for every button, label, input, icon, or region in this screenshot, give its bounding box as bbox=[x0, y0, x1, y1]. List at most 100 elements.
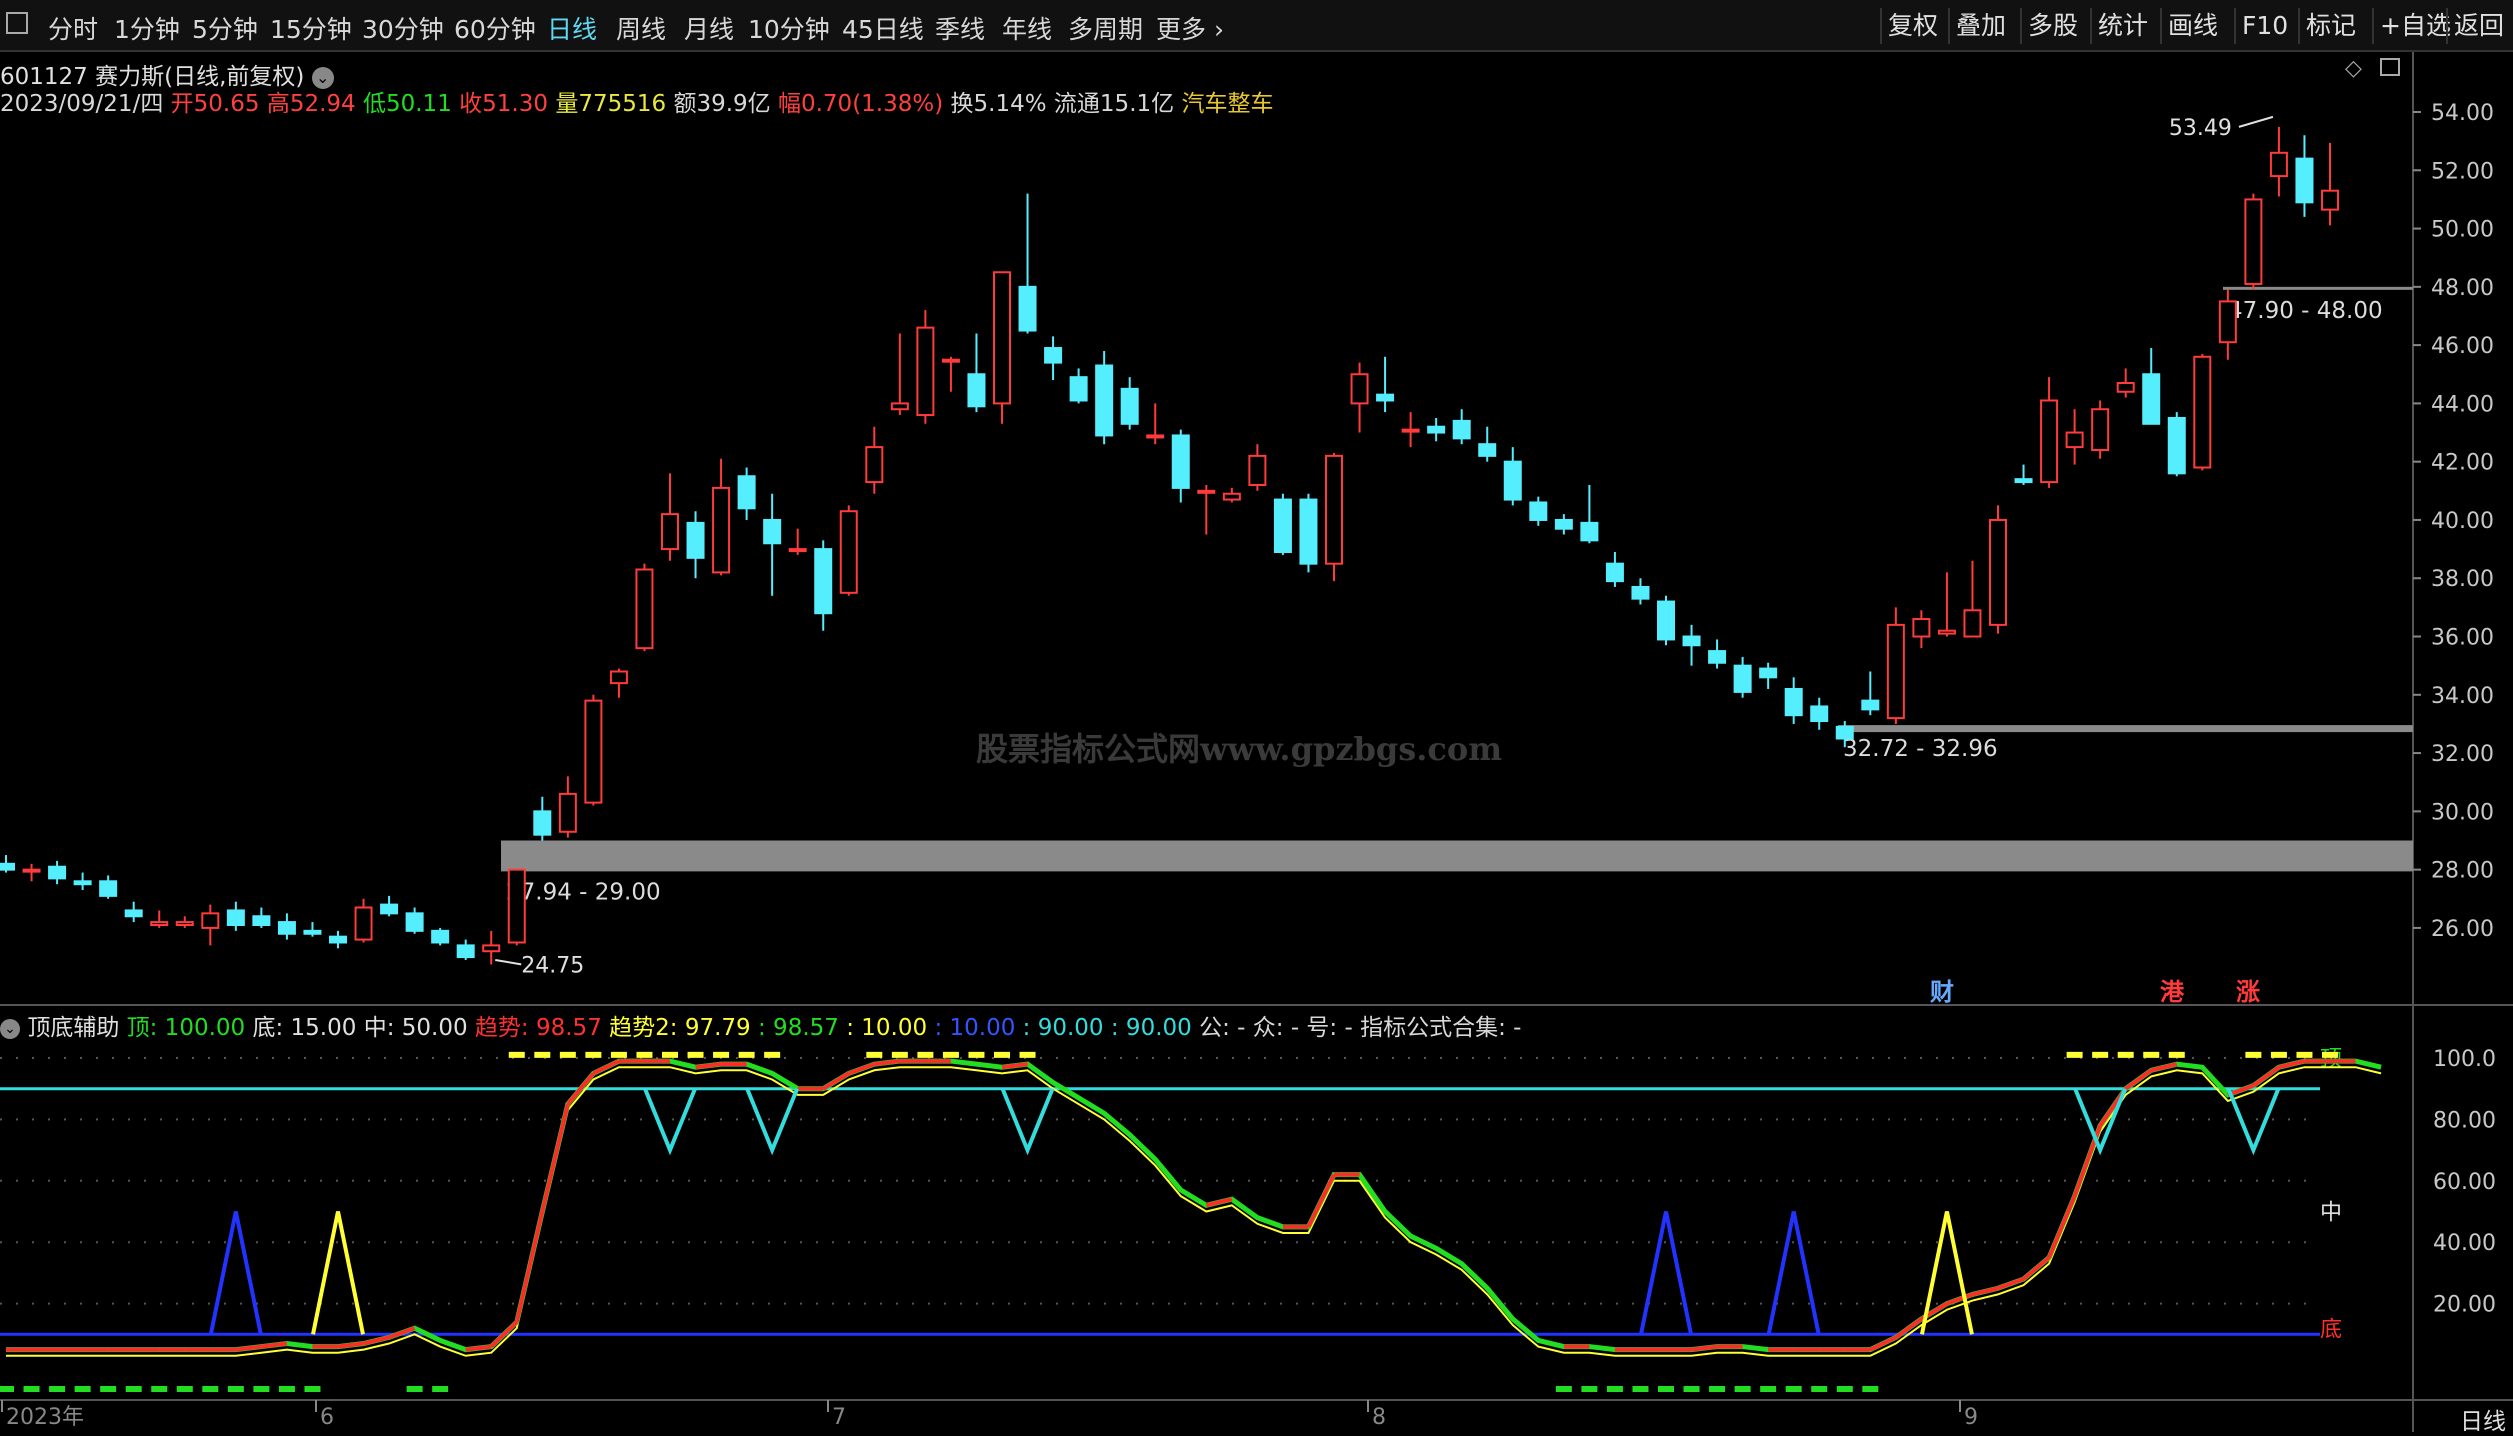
bottom-signal-dash bbox=[202, 1386, 219, 1392]
candle-body bbox=[2116, 382, 2135, 393]
trend-red-segment bbox=[1869, 1335, 1897, 1352]
period-label[interactable]: 日线 bbox=[2460, 1402, 2506, 1436]
bottom-signal-dash bbox=[432, 1386, 449, 1392]
tab-7[interactable]: 周线 bbox=[616, 10, 666, 46]
trend-red-segment bbox=[592, 1059, 620, 1076]
toolbar-button-2[interactable]: 多股 bbox=[2020, 8, 2084, 44]
top-signal-dash bbox=[764, 1051, 781, 1058]
signal-spike bbox=[1639, 1211, 1693, 1335]
chevron-down-icon[interactable]: ⌄ bbox=[0, 1018, 20, 1039]
candle bbox=[2014, 464, 2033, 485]
trend2-line bbox=[6, 1066, 2382, 1357]
candle bbox=[2040, 377, 2059, 488]
candle-body bbox=[1325, 454, 1343, 565]
candle bbox=[1325, 452, 1343, 582]
candle-body bbox=[2295, 157, 2314, 204]
max-arrow bbox=[2238, 115, 2274, 128]
price-axis-label: 44.00 bbox=[2431, 392, 2494, 417]
candle-body bbox=[2269, 151, 2288, 178]
candle bbox=[2167, 412, 2186, 477]
tab-13[interactable]: 多周期 bbox=[1068, 10, 1143, 46]
price-axis-label: 38.00 bbox=[2431, 567, 2494, 592]
indicator-item-8: : 90.00 bbox=[1022, 1015, 1111, 1041]
candle bbox=[1657, 595, 1675, 646]
candle bbox=[1427, 417, 1446, 442]
price-axis-label: 46.00 bbox=[2431, 334, 2494, 359]
price-axis-label: 34.00 bbox=[2431, 684, 2494, 709]
indicator-axis-label: 100.0 bbox=[2433, 1047, 2496, 1072]
tab-12[interactable]: 年线 bbox=[1002, 10, 1052, 46]
candle bbox=[2321, 142, 2339, 226]
bottom-signal-dash bbox=[406, 1386, 423, 1392]
tab-4[interactable]: 30分钟 bbox=[362, 10, 444, 46]
tab-1[interactable]: 1分钟 bbox=[114, 10, 180, 46]
date-axis-label: 2023年 bbox=[6, 1405, 84, 1430]
candle bbox=[1554, 514, 1573, 535]
close-value: 51.30 bbox=[482, 91, 549, 117]
bottom-signal-dash bbox=[1734, 1386, 1751, 1392]
mark-mid: 中 bbox=[2320, 1201, 2342, 1226]
tab-5[interactable]: 60分钟 bbox=[454, 10, 536, 46]
candle-body bbox=[686, 521, 705, 559]
candle-body bbox=[124, 909, 143, 918]
toolbar-button-1[interactable]: 叠加 bbox=[1948, 8, 2012, 44]
trend-red-segment bbox=[1306, 1173, 1336, 1228]
price-axis-label: 42.00 bbox=[2431, 451, 2494, 476]
candle-body bbox=[1605, 562, 1624, 583]
candle bbox=[1708, 639, 1727, 669]
event-tag-2: 涨 bbox=[2236, 978, 2260, 1006]
candle bbox=[712, 458, 731, 576]
toolbar-button-3[interactable]: 统计 bbox=[2090, 8, 2154, 44]
tab-0[interactable]: 分时 bbox=[48, 10, 98, 46]
toolbar-button-7[interactable]: +自选 bbox=[2372, 8, 2457, 44]
signal-spike bbox=[745, 1087, 800, 1156]
diamond-icon[interactable]: ◇ bbox=[2345, 56, 2362, 81]
tab-9[interactable]: 10分钟 bbox=[748, 10, 830, 46]
indicator-item-1: 底: 15.00 bbox=[252, 1015, 364, 1041]
indicator-axis-label: 20.00 bbox=[2433, 1293, 2496, 1318]
toolbar-button-5[interactable]: F10 bbox=[2234, 8, 2294, 44]
min-arrow bbox=[495, 958, 522, 966]
top-signal-dash bbox=[636, 1051, 653, 1058]
toolbar-button-6[interactable]: 标记 bbox=[2298, 8, 2362, 44]
candle-body bbox=[1503, 460, 1522, 501]
turnover-value: 换5.14% bbox=[950, 91, 1047, 117]
candle-body bbox=[2040, 399, 2059, 484]
candle-body bbox=[635, 568, 654, 650]
candle bbox=[1937, 572, 1956, 637]
candle-body bbox=[1171, 434, 1190, 489]
candle-body bbox=[1095, 364, 1114, 437]
toolbar-menu-icon[interactable] bbox=[6, 12, 28, 34]
toolbar-button-4[interactable]: 画线 bbox=[2160, 8, 2224, 44]
candle-body bbox=[48, 865, 67, 880]
sector-tag[interactable]: 汽车整车 bbox=[1181, 91, 1273, 117]
tab-11[interactable]: 季线 bbox=[935, 10, 985, 46]
min-price-label: 24.75 bbox=[521, 953, 584, 978]
candle-body bbox=[405, 912, 424, 932]
candle bbox=[1810, 697, 1829, 730]
tab-6[interactable]: 日线 bbox=[547, 10, 597, 46]
tab-8[interactable]: 月线 bbox=[684, 10, 734, 46]
candle bbox=[175, 916, 194, 928]
date-axis-label: 9 bbox=[1964, 1405, 1978, 1430]
date-axis-label: 7 bbox=[832, 1405, 846, 1430]
toolbar-button-8[interactable]: 返回 bbox=[2446, 8, 2510, 44]
toolbar-button-0[interactable]: 复权 bbox=[1880, 8, 1944, 44]
candle bbox=[1784, 677, 1803, 724]
candle bbox=[329, 930, 347, 949]
indicator-item-2: 中: 50.00 bbox=[363, 1015, 475, 1041]
close-label: 收 bbox=[459, 91, 483, 117]
tab-10[interactable]: 45日线 bbox=[842, 10, 924, 46]
candle bbox=[1682, 624, 1701, 666]
candle-body bbox=[1018, 285, 1037, 332]
window-toggle-icon[interactable] bbox=[2380, 58, 2400, 76]
candle-body bbox=[354, 906, 373, 941]
tab-2[interactable]: 5分钟 bbox=[192, 10, 258, 46]
indicator-name[interactable]: 顶底辅助 bbox=[27, 1015, 119, 1041]
tab-14[interactable]: 更多 › bbox=[1156, 10, 1224, 46]
candle bbox=[1503, 447, 1522, 506]
candle bbox=[1273, 493, 1292, 555]
candle bbox=[1605, 552, 1624, 587]
candle-body bbox=[1631, 585, 1650, 600]
tab-3[interactable]: 15分钟 bbox=[270, 10, 352, 46]
